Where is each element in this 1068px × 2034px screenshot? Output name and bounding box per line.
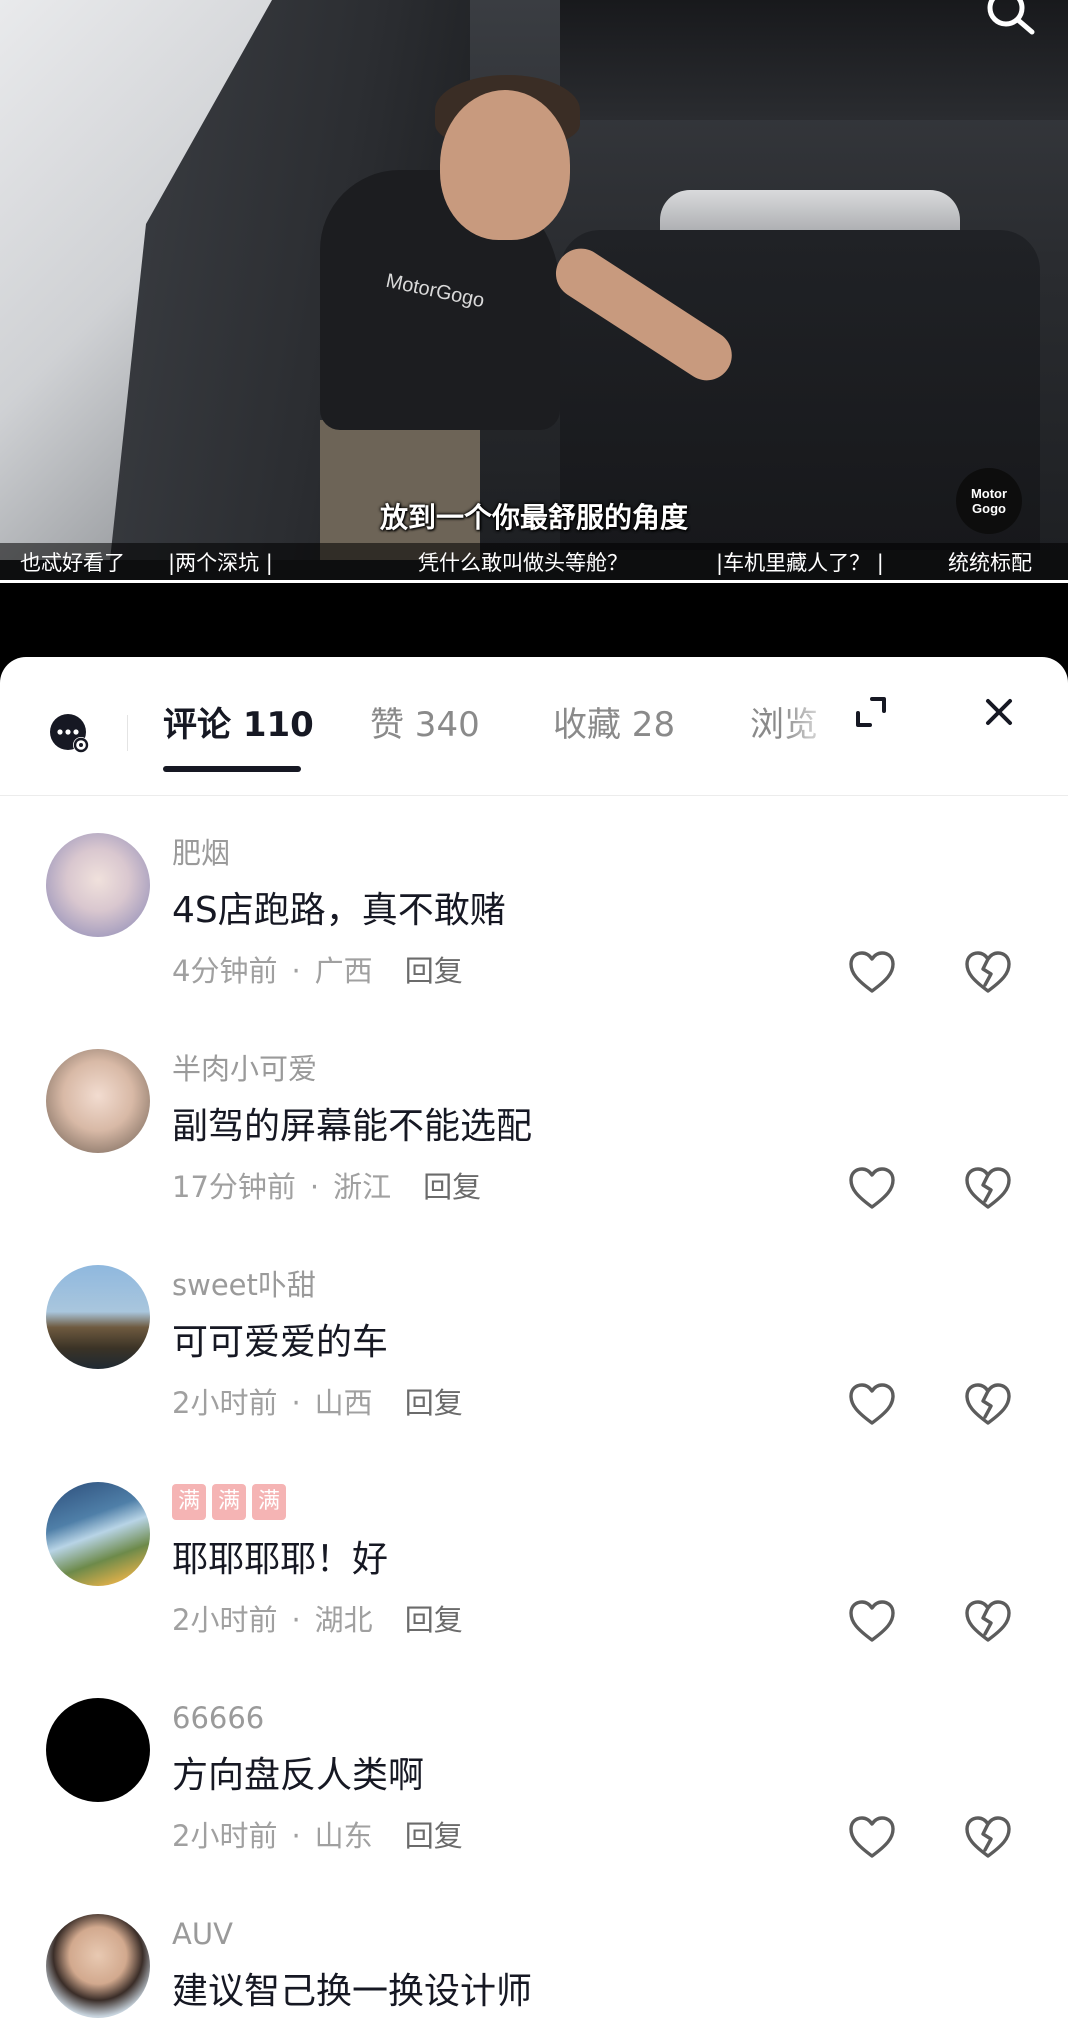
comment-text: 可可爱爱的车 [172, 1322, 389, 1363]
avatar[interactable] [46, 1049, 150, 1153]
comment-item: 肥烟 4S店跑路，真不敢赌 4分钟前 · 广西 回复 [0, 833, 1068, 1049]
broken-heart-icon[interactable] [963, 1598, 1013, 1644]
reply-button[interactable]: 回复 [405, 954, 463, 988]
comment-text: 耶耶耶耶！好 [172, 1539, 389, 1580]
comment-time: 17分钟前 [172, 1170, 296, 1204]
username-badges[interactable]: 满 满 满 [172, 1484, 286, 1520]
comment-item: 半肉小可爱 副驾的屏幕能不能选配 17分钟前 · 浙江 回复 [0, 1049, 1068, 1265]
ai-chat-icon[interactable] [48, 712, 92, 756]
comment-text: 方向盘反人类啊 [172, 1755, 425, 1796]
tab-fade [780, 697, 840, 757]
chapter-4[interactable]: |车机里藏人了？ | [716, 543, 884, 580]
comment-location: 山东 [314, 1819, 373, 1853]
badge: 满 [212, 1484, 246, 1520]
comment-username[interactable]: 66666 [172, 1698, 264, 1738]
comment-username[interactable]: 半肉小可爱 [172, 1049, 317, 1089]
avatar[interactable] [46, 1698, 150, 1802]
comment-item: 66666 方向盘反人类啊 2小时前 · 山东 回复 [0, 1698, 1068, 1914]
meta-separator: · [291, 1386, 301, 1420]
avatar[interactable] [46, 833, 150, 937]
comment-time: 2小时前 [172, 1819, 278, 1853]
reply-button[interactable]: 回复 [405, 1386, 463, 1420]
tab-likes[interactable]: 赞 340 [370, 695, 480, 755]
person-head [440, 90, 570, 240]
reply-button[interactable]: 回复 [423, 1170, 481, 1204]
heart-icon[interactable] [847, 1598, 897, 1644]
comment-location: 广西 [314, 954, 373, 988]
comment-text: 4S店跑路，真不敢赌 [172, 890, 506, 931]
comment-username[interactable]: 肥烟 [172, 833, 230, 873]
broken-heart-icon[interactable] [963, 1165, 1013, 1211]
chapter-bar: 也忒好看了 |两个深坑 | 凭什么敢叫做头等舱？ |车机里藏人了？ | 统统标配 [0, 543, 1068, 580]
comment-meta: 2小时前 · 山东 回复 [172, 1814, 463, 1858]
avatar[interactable] [46, 1914, 150, 2018]
heart-icon[interactable] [847, 1165, 897, 1211]
comment-meta: 4分钟前 · 广西 回复 [172, 949, 463, 993]
comment-item: sweet卟甜 可可爱爱的车 2小时前 · 山西 回复 [0, 1265, 1068, 1481]
comment-time: 4分钟前 [172, 954, 278, 988]
comment-username[interactable]: AUV [172, 1914, 233, 1954]
comment-meta: 17分钟前 · 浙江 回复 [172, 1165, 481, 1209]
person-legs [320, 420, 480, 560]
comment-time: 2小时前 [172, 1386, 278, 1420]
heart-icon[interactable] [847, 1381, 897, 1427]
comment-meta: 2小时前 · 湖北 回复 [172, 1598, 463, 1642]
heart-icon[interactable] [847, 1814, 897, 1860]
heart-icon[interactable] [847, 949, 897, 995]
search-icon[interactable] [982, 0, 1038, 36]
comment-time: 2小时前 [172, 1603, 278, 1637]
chapter-2[interactable]: |两个深坑 | [168, 543, 273, 580]
tab-favorites[interactable]: 收藏 28 [553, 695, 675, 755]
broken-heart-icon[interactable] [963, 1381, 1013, 1427]
expand-icon[interactable] [852, 693, 890, 731]
broken-heart-icon[interactable] [963, 949, 1013, 995]
badge: 满 [252, 1484, 286, 1520]
reply-button[interactable]: 回复 [405, 1819, 463, 1853]
video-player[interactable]: MotorGogo Motor Gogo 放到一个你最舒服的角度 也忒好看了 |… [0, 0, 1068, 580]
meta-separator: · [291, 1819, 301, 1853]
badge: 满 [172, 1484, 206, 1520]
avatar[interactable] [46, 1265, 150, 1369]
meta-separator: · [291, 1603, 301, 1637]
comment-location: 浙江 [333, 1170, 392, 1204]
reply-button[interactable]: 回复 [405, 1603, 463, 1637]
comment-item: AUV 建议智己换一换设计师 [0, 1914, 1068, 2034]
comment-text: 副驾的屏幕能不能选配 [172, 1106, 533, 1147]
comment-item: 满 满 满 耶耶耶耶！好 2小时前 · 湖北 回复 [0, 1482, 1068, 1698]
comment-location: 山西 [314, 1386, 373, 1420]
comment-meta: 2小时前 · 山西 回复 [172, 1381, 463, 1425]
avatar[interactable] [46, 1482, 150, 1586]
chapter-1[interactable]: 也忒好看了 [20, 543, 125, 580]
comment-text: 建议智己换一换设计师 [172, 1971, 533, 2012]
chapter-3[interactable]: 凭什么敢叫做头等舱？ [418, 543, 628, 580]
meta-separator: · [309, 1170, 320, 1204]
tabs-divider [127, 715, 128, 751]
comment-username[interactable]: sweet卟甜 [172, 1265, 316, 1305]
close-icon[interactable] [980, 693, 1018, 731]
video-subtitle: 放到一个你最舒服的角度 [379, 501, 688, 534]
tabs-bar: 评论 110 赞 340 收藏 28 浏览 [0, 657, 1068, 796]
comment-location: 湖北 [314, 1603, 373, 1637]
active-tab-indicator [163, 766, 301, 772]
broken-heart-icon[interactable] [963, 1814, 1013, 1860]
tab-comments[interactable]: 评论 110 [163, 695, 314, 755]
meta-separator: · [291, 954, 301, 988]
chapter-5[interactable]: 统统标配 [948, 543, 1032, 580]
